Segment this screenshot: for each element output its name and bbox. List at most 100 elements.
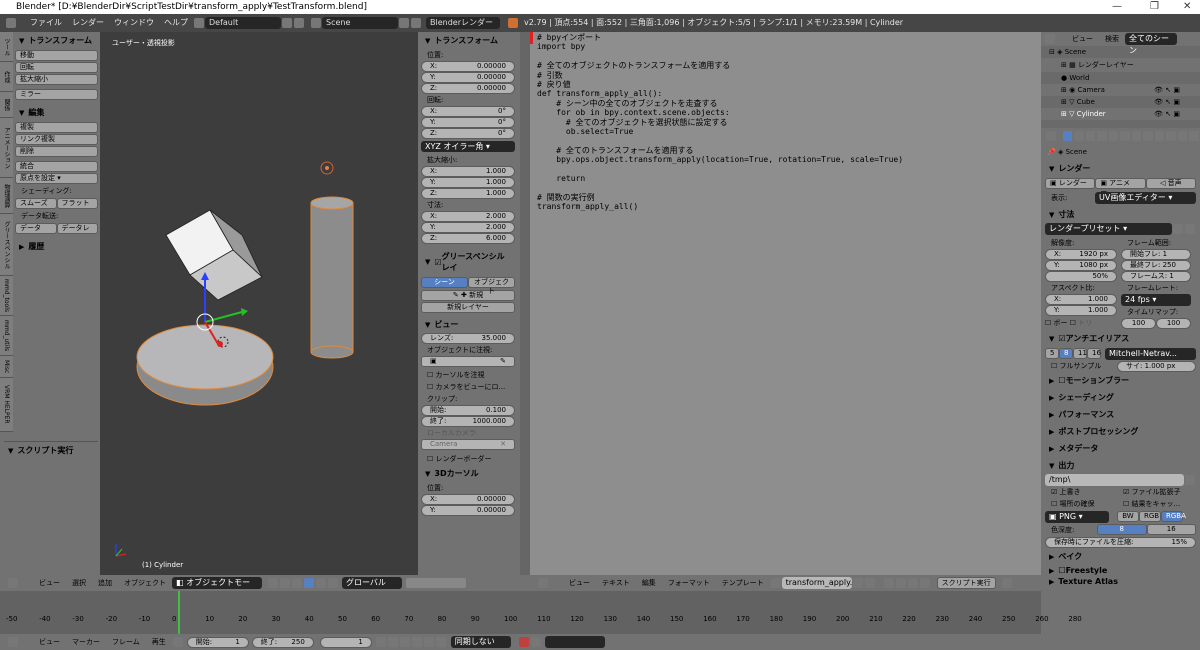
location-x-field[interactable]: X: 0.00000 [421,61,515,72]
end-frame-field[interactable]: 終了: 250 [251,636,314,648]
cylinder-object[interactable] [310,202,354,353]
3d-viewport[interactable]: ユーザー・透視投影 (1) Cylinder [100,32,418,575]
cursor-x-field[interactable]: X: 0.00000 [421,494,515,505]
outliner-item-camera[interactable]: ⊞ ◉ Camera 👁 ↖ ▣ [1041,84,1200,96]
outliner-item-cube[interactable]: ⊞ ▽ Cube 👁 ↖ ▣ [1041,96,1200,108]
text-add-icon[interactable] [852,578,863,588]
code-text[interactable]: # bpyインポート import bpy # 全てのオブジェクトのトランスフォ… [530,32,1041,212]
data-tab-icon[interactable] [1143,131,1153,141]
outliner-editor-icon[interactable] [1045,34,1055,44]
edit-section-header[interactable]: ▼ 編集 [15,104,98,121]
aspect-y-field[interactable]: Y: 1.000 [1045,305,1117,316]
region-scrollbar[interactable] [520,32,530,575]
render-border-checkbox[interactable]: ☐ レンダーボーダー [421,453,515,465]
current-frame-indicator[interactable] [178,591,180,634]
jump-end-icon[interactable] [435,637,446,647]
grease-scene-button[interactable]: シーン [421,277,468,288]
timeline-menu-playback[interactable]: 再生 [146,637,172,647]
render-button[interactable]: ▣ レンダー [1045,178,1096,189]
location-y-field[interactable]: Y: 0.00000 [421,72,515,83]
outliner-display-select[interactable]: 全てのシーン [1125,33,1177,55]
preset-add-icon[interactable] [1173,224,1183,234]
duplicate-linked-button[interactable]: リンク複製 [15,134,98,145]
3d-cursor-header[interactable]: ▼ 3Dカーソル [421,465,515,482]
rotation-mode-select[interactable]: XYZ オイラー角 ▾ [421,141,515,152]
text-menu-templates[interactable]: テンプレート [716,578,770,588]
play-reverse-icon[interactable] [399,637,410,647]
orientation-select[interactable]: グローバル [342,577,402,589]
file-extensions-checkbox[interactable]: ☑ ファイル拡張子 [1117,486,1187,498]
text-menu-edit[interactable]: 編集 [636,578,662,588]
render-panel-header[interactable]: ▼ レンダー [1045,160,1196,177]
remap-old-field[interactable]: 100 [1121,318,1156,329]
rotation-x-field[interactable]: X: 0° [421,106,515,117]
delete-button[interactable]: 削除 [15,146,98,157]
timeline-menu-marker[interactable]: マーカー [66,637,106,647]
outliner-item-cylinder[interactable]: ⊞ ▽ Cylinder 👁 ↖ ▣ [1041,108,1200,120]
vp-menu-add[interactable]: 追加 [92,578,118,588]
performance-panel-header[interactable]: ▶ パフォーマンス [1045,406,1196,423]
layout-icon[interactable] [194,18,204,28]
frame-step-field[interactable]: フレームス: 1 [1121,271,1191,282]
render-audio-button[interactable]: ◁ 音声 [1145,178,1196,189]
tab-physics[interactable]: 物理演算 [0,178,13,214]
lens-field[interactable]: レンズ: 35.000 [421,333,515,344]
data-layer-button[interactable]: データレ [56,223,98,234]
overwrite-checkbox[interactable]: ☑ 上書き [1045,486,1117,498]
depth-8-button[interactable]: 8 [1097,524,1147,535]
scene-icon[interactable] [311,18,321,28]
lock-camera-checkbox[interactable]: ☐ カメラをビューにロ... [421,381,515,393]
dimensions-y-field[interactable]: Y: 2.000 [421,222,515,233]
mode-select[interactable]: ◧ オブジェクトモード [172,577,262,599]
shading-panel-header[interactable]: ▶ シェーディング [1045,389,1196,406]
translate-button[interactable]: 移動 [15,50,98,61]
text-editor[interactable]: # bpyインポート import bpy # 全てのオブジェクトのトランスフォ… [530,32,1041,575]
layout-select[interactable]: Default [205,17,281,29]
file-format-select[interactable]: ▣ PNG ▾ [1045,510,1109,523]
border-checkbox[interactable]: ☐ ボー ☐ トリ [1045,316,1117,330]
scene-select[interactable]: Scene [322,17,398,29]
rotation-z-field[interactable]: Z: 0° [421,128,515,139]
timeline-editor-icon[interactable] [8,637,18,647]
dimensions-x-field[interactable]: X: 2.000 [421,211,515,222]
text-menu-view[interactable]: ビュー [563,578,596,588]
script-run-panel-header[interactable]: ▼ スクリプト実行 [4,441,98,459]
manipulator-icon[interactable] [292,578,302,588]
grease-pencil-header[interactable]: ▼ ☑ グリースペンシルレイ [421,248,515,276]
tab-mmd-tools[interactable]: mmd_tools [0,276,13,316]
filter-size-field[interactable]: サイ: 1.000 px [1117,360,1196,372]
y-axis-arrow[interactable] [204,311,243,323]
vp-menu-object[interactable]: オブジェクト [118,578,172,588]
smooth-button[interactable]: スムーズ [15,198,57,209]
rotate-button[interactable]: 回転 [15,62,98,73]
start-frame-field[interactable]: 開始: 1 [186,636,249,648]
clip-end-field[interactable]: 終了: 1000.000 [421,416,515,427]
grease-new-button[interactable]: ✎ ✚ 新規 [421,290,515,301]
constraint-tab-icon[interactable] [1120,131,1130,141]
timeline[interactable]: -50 -40 -30 -20 -10 0 10 20 30 40 50 60 70 80 90 100 110… [0,591,1082,650]
layout-remove-icon[interactable] [294,18,304,28]
properties-editor-icon[interactable] [1046,131,1056,141]
world-tab-icon[interactable] [1097,131,1107,141]
text-close-icon[interactable] [864,578,875,588]
resolution-percent-field[interactable]: 50% [1045,271,1117,282]
render-animation-button[interactable]: ▣ アニメー... [1095,178,1146,196]
viewport-editor-icon[interactable] [8,578,18,588]
frame-end-field[interactable]: 最終フレ: 250 [1121,260,1191,271]
data-button[interactable]: データ [15,223,57,234]
material-tab-icon[interactable] [1154,131,1165,141]
particles-tab-icon[interactable] [1177,131,1188,141]
mirror-button[interactable]: ミラー [15,89,98,100]
outliner-menu-view[interactable]: ビュー [1066,34,1099,44]
layers-tab-icon[interactable] [1074,131,1084,141]
resolution-x-field[interactable]: X: 1920 px [1045,249,1117,260]
scene-add-icon[interactable] [399,18,409,28]
aspect-x-field[interactable]: X: 1.000 [1045,294,1117,305]
output-panel-header[interactable]: ▼ 出力 [1045,457,1196,474]
placeholders-checkbox[interactable]: ☐ 場所の確保 [1045,498,1117,510]
shading-icon[interactable] [268,578,278,588]
outliner-menu-search[interactable]: 検索 [1099,34,1125,44]
metadata-panel-header[interactable]: ▶ メタデータ [1045,440,1196,457]
depth-16-button[interactable]: 16 [1146,524,1196,535]
play-icon[interactable] [411,637,422,647]
